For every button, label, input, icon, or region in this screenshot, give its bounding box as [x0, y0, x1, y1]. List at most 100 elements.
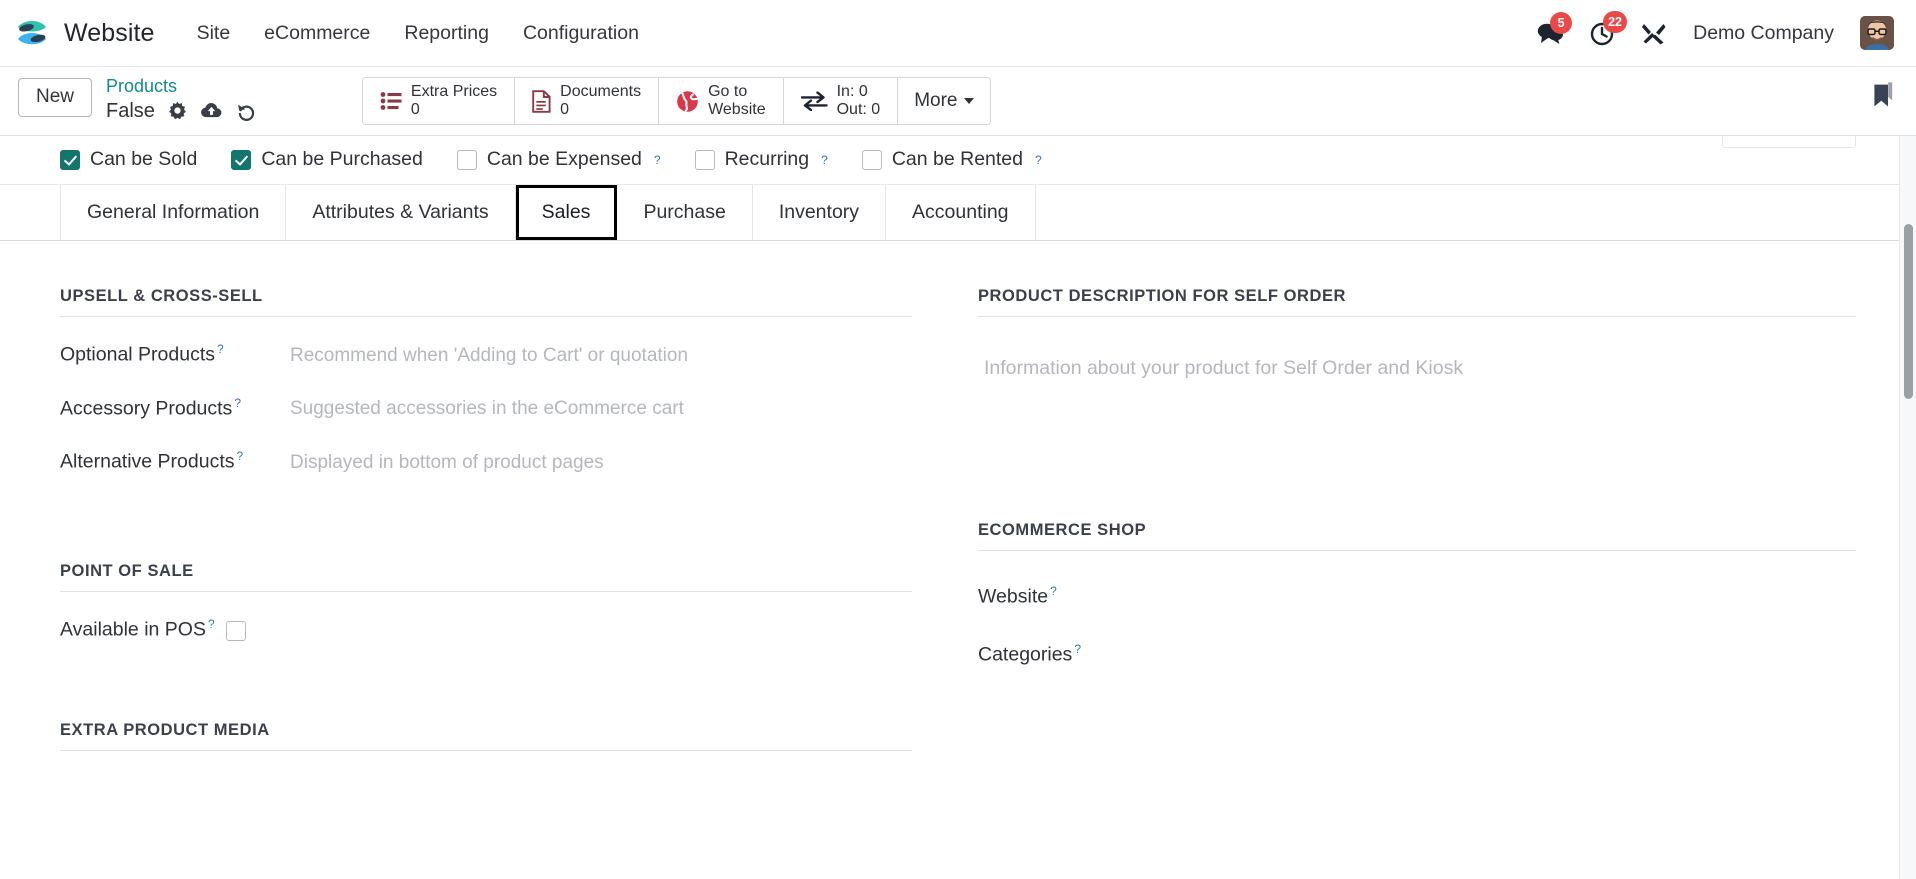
self-order-description-placeholder[interactable]: Information about your product for Self …: [984, 357, 1463, 379]
field-accessory-products: Accessory Products? Suggested accessorie…: [60, 397, 912, 424]
help-icon[interactable]: ?: [217, 342, 224, 356]
tab-accounting[interactable]: Accounting: [886, 185, 1036, 240]
optional-products-control[interactable]: Recommend when 'Adding to Cart' or quota…: [290, 345, 912, 370]
can-be-rented-checkbox[interactable]: [861, 149, 882, 170]
bookmark-icon[interactable]: [1872, 81, 1894, 108]
breadcrumb: Products False: [106, 75, 256, 123]
tab-attributes-variants[interactable]: Attributes & Variants: [286, 185, 516, 240]
help-icon[interactable]: ?: [654, 154, 661, 166]
gear-icon[interactable]: [168, 101, 187, 120]
stat-label: Documents: [560, 83, 642, 101]
stat-text-go-to-website: Go to Website: [708, 83, 766, 119]
nav-item-ecommerce[interactable]: eCommerce: [264, 22, 370, 45]
help-icon[interactable]: ?: [237, 449, 244, 463]
can-be-sold-checkbox[interactable]: [60, 149, 80, 170]
flag-recurring[interactable]: Recurring ?: [694, 148, 828, 171]
form-sheet: Can be Sold Can be Purchased Can be Expe…: [0, 136, 1916, 879]
label-text: Alternative Products: [60, 450, 235, 473]
nav-item-site[interactable]: Site: [197, 22, 231, 45]
self-order-description-editor[interactable]: Information about your product for Self …: [978, 343, 1856, 463]
sales-left-column: Upsell & Cross-Sell Optional Products? R…: [0, 287, 958, 777]
stat-button-documents[interactable]: Documents 0: [515, 78, 660, 124]
field-optional-products: Optional Products? Recommend when 'Addin…: [60, 343, 912, 370]
help-icon[interactable]: ?: [1050, 584, 1057, 598]
recurring-checkbox[interactable]: [694, 149, 715, 170]
vertical-scrollbar-track[interactable]: [1899, 136, 1916, 879]
help-icon[interactable]: ?: [1074, 642, 1081, 656]
discard-undo-icon[interactable]: [236, 101, 256, 121]
categories-value[interactable]: [1208, 635, 1856, 660]
company-name[interactable]: Demo Company: [1693, 22, 1834, 45]
tab-sales[interactable]: Sales: [515, 185, 618, 240]
website-label: Website?: [978, 585, 1208, 609]
label-text: Optional Products: [60, 343, 216, 366]
website-control[interactable]: [1208, 577, 1856, 602]
developer-tools-icon[interactable]: [1641, 21, 1667, 45]
help-icon[interactable]: ?: [821, 154, 828, 166]
website-value[interactable]: [1208, 577, 1856, 602]
help-icon[interactable]: ?: [1035, 154, 1042, 166]
activities-badge: 22: [1603, 10, 1628, 33]
alternative-products-placeholder[interactable]: Displayed in bottom of product pages: [290, 452, 912, 477]
messages-icon[interactable]: 5: [1537, 11, 1573, 45]
globe-icon: [676, 90, 699, 113]
user-avatar[interactable]: [1860, 16, 1894, 50]
can-be-purchased-label[interactable]: Can be Purchased: [261, 148, 423, 171]
stat-text-extra-prices: Extra Prices 0: [411, 83, 497, 119]
more-stat-buttons-dropdown[interactable]: More: [898, 78, 991, 124]
stat-text-documents: Documents 0: [560, 83, 641, 119]
website-app-logo-icon[interactable]: [14, 15, 50, 51]
categories-control[interactable]: [1208, 635, 1856, 660]
messages-badge: 5: [1550, 11, 1573, 34]
stat-button-extra-prices[interactable]: Extra Prices 0: [362, 78, 516, 124]
label-text: Available in POS: [60, 618, 206, 640]
app-name[interactable]: Website: [64, 19, 155, 48]
navbar-menu: Site eCommerce Reporting Configuration: [197, 22, 639, 45]
stat-button-in-out[interactable]: In: 0 Out: 0: [783, 78, 899, 124]
can-be-expensed-label[interactable]: Can be Expensed: [487, 148, 642, 171]
top-navbar: Website Site eCommerce Reporting Configu…: [0, 0, 1916, 67]
optional-products-placeholder[interactable]: Recommend when 'Adding to Cart' or quota…: [290, 345, 912, 370]
sales-tab-content: Upsell & Cross-Sell Optional Products? R…: [0, 241, 1916, 777]
stat-button-go-to-website[interactable]: Go to Website: [659, 78, 784, 124]
breadcrumb-products-link[interactable]: Products: [106, 75, 256, 98]
control-panel: New Products False Extra Prices 0 Docume…: [0, 67, 1916, 136]
stat-label: Extra Prices: [410, 83, 498, 101]
can-be-purchased-checkbox[interactable]: [231, 149, 252, 170]
accessory-products-placeholder[interactable]: Suggested accessories in the eCommerce c…: [290, 398, 912, 423]
notebook-tabs: General Information Attributes & Variant…: [0, 185, 1916, 241]
control-panel-right: [1872, 75, 1894, 108]
tab-purchase[interactable]: Purchase: [617, 185, 753, 240]
flag-can-be-sold[interactable]: Can be Sold: [60, 148, 197, 171]
flag-can-be-purchased[interactable]: Can be Purchased: [231, 148, 423, 171]
extra-product-media-title: Extra Product Media: [60, 721, 912, 751]
tab-general-information[interactable]: General Information: [60, 185, 287, 240]
nav-item-configuration[interactable]: Configuration: [523, 22, 639, 45]
available-in-pos-checkbox[interactable]: [226, 620, 246, 641]
help-icon[interactable]: ?: [208, 617, 215, 631]
breadcrumb-current-row: False: [106, 99, 256, 123]
tab-inventory[interactable]: Inventory: [752, 185, 887, 240]
recurring-label[interactable]: Recurring: [725, 148, 810, 171]
stat-text-in-out: In: 0 Out: 0: [837, 83, 881, 119]
accessory-products-control[interactable]: Suggested accessories in the eCommerce c…: [290, 398, 912, 423]
control-panel-left: New Products False: [18, 75, 256, 123]
flag-can-be-rented[interactable]: Can be Rented ?: [861, 148, 1042, 171]
stat-value: Website: [708, 101, 766, 118]
stat-value: 0: [410, 101, 420, 118]
activity-clock-icon[interactable]: 22: [1590, 10, 1628, 46]
can-be-sold-label[interactable]: Can be Sold: [90, 148, 197, 171]
new-button[interactable]: New: [18, 78, 93, 117]
vertical-scrollbar-thumb[interactable]: [1904, 224, 1913, 399]
field-website: Website?: [978, 577, 1856, 608]
alternative-products-control[interactable]: Displayed in bottom of product pages: [290, 452, 912, 477]
help-icon[interactable]: ?: [234, 396, 241, 410]
can-be-expensed-checkbox[interactable]: [456, 149, 477, 170]
can-be-rented-label[interactable]: Can be Rented: [892, 148, 1023, 171]
nav-item-reporting[interactable]: Reporting: [404, 22, 489, 45]
flag-can-be-expensed[interactable]: Can be Expensed ?: [456, 148, 661, 171]
cloud-save-icon[interactable]: [200, 101, 223, 120]
